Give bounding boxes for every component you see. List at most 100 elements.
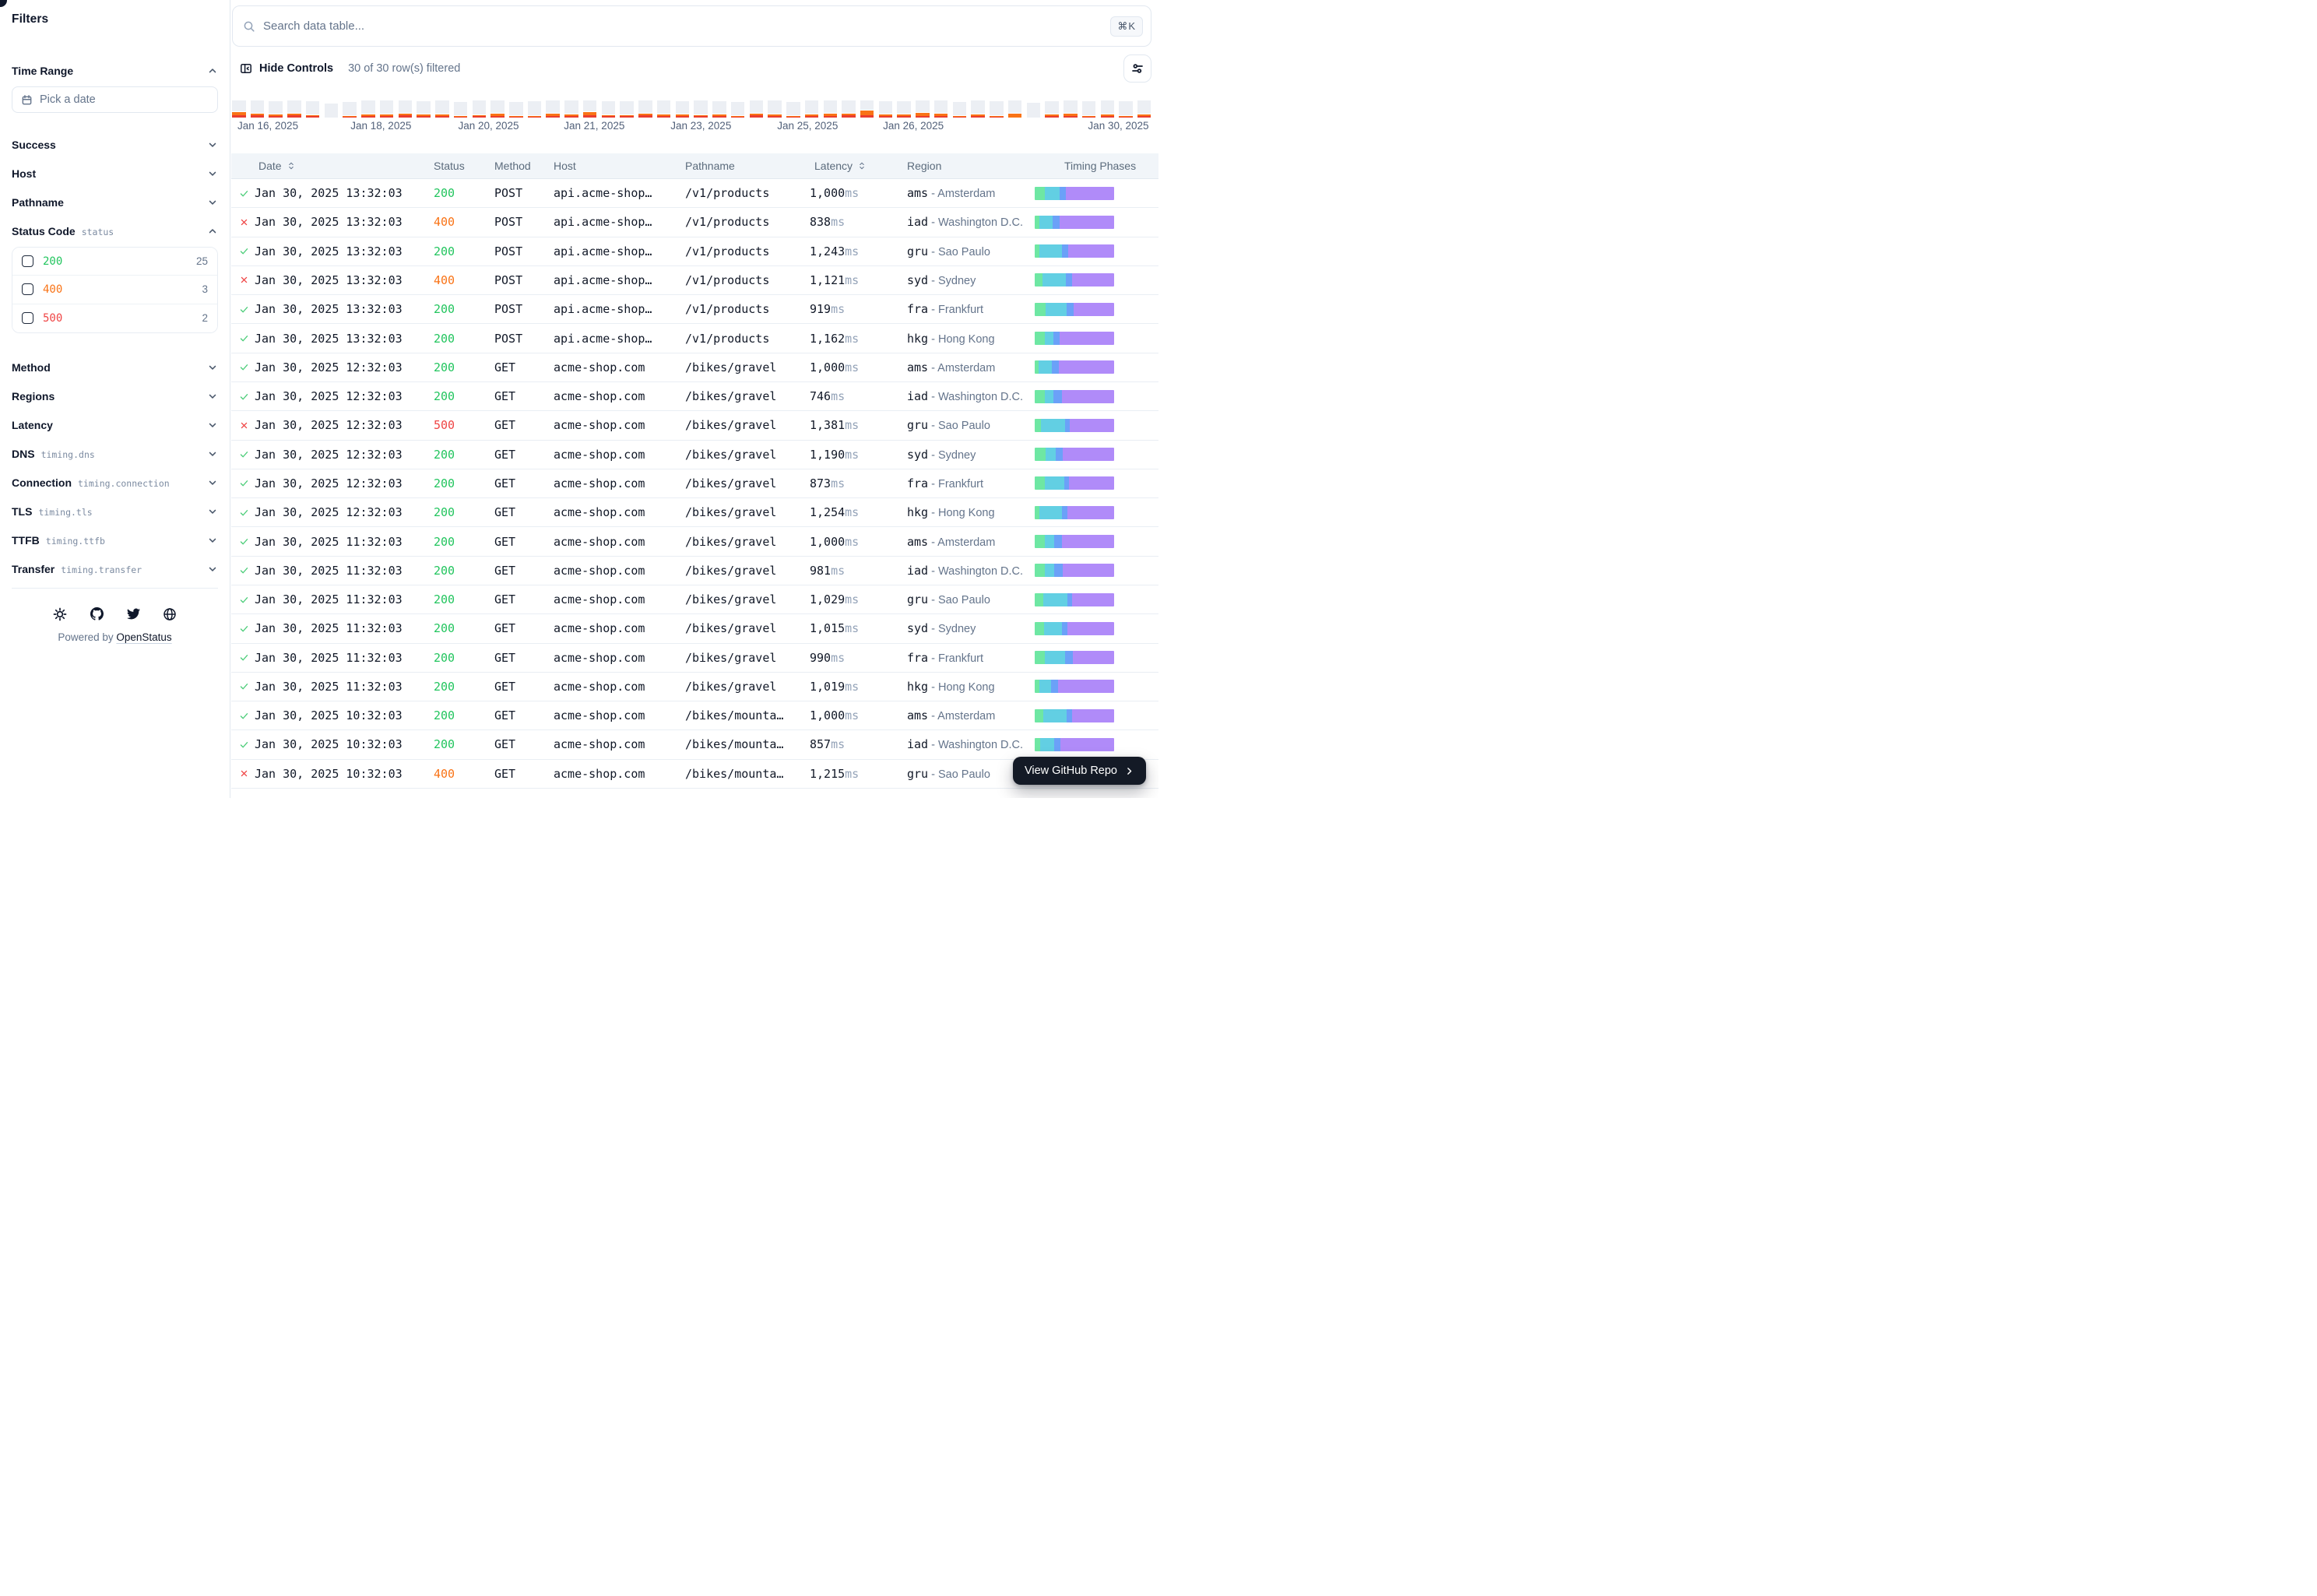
timeline-bar[interactable] xyxy=(287,100,301,118)
table-row[interactable]: Jan 30, 2025 13:32:03200POSTapi.acme-sho… xyxy=(231,179,1158,208)
timeline-bar[interactable] xyxy=(694,100,708,118)
section-host[interactable]: Host xyxy=(12,161,218,186)
twitter-icon[interactable] xyxy=(126,607,140,621)
timeline-bar[interactable] xyxy=(361,100,375,118)
table-row[interactable]: Jan 30, 2025 13:32:03400POSTapi.acme-sho… xyxy=(231,208,1158,237)
timeline-bar[interactable] xyxy=(638,100,652,118)
table-row[interactable]: Jan 30, 2025 13:32:03400POSTapi.acme-sho… xyxy=(231,266,1158,295)
timeline-bar[interactable] xyxy=(842,100,856,118)
timeline-bar[interactable] xyxy=(824,100,838,118)
table-row[interactable]: Jan 30, 2025 13:32:03200POSTapi.acme-sho… xyxy=(231,295,1158,324)
timeline-bar[interactable] xyxy=(251,100,265,118)
timeline-bar[interactable] xyxy=(546,100,560,118)
table-row[interactable]: Jan 30, 2025 13:32:03200POSTapi.acme-sho… xyxy=(231,237,1158,266)
timeline-bar[interactable] xyxy=(380,100,394,118)
timeline-chart[interactable]: Jan 16, 2025Jan 18, 2025Jan 20, 2025Jan … xyxy=(232,100,1151,134)
section-ttfb[interactable]: TTFBtiming.ttfb xyxy=(12,528,218,553)
timeline-bar[interactable] xyxy=(343,102,357,118)
timeline-bar[interactable] xyxy=(269,101,283,118)
table-row[interactable]: Jan 30, 2025 11:32:03200GETacme-shop.com… xyxy=(231,644,1158,673)
table-row[interactable]: Jan 30, 2025 12:32:03200GETacme-shop.com… xyxy=(231,353,1158,382)
timeline-bar[interactable] xyxy=(620,101,634,118)
section-regions[interactable]: Regions xyxy=(12,384,218,409)
timeline-bar[interactable] xyxy=(676,101,690,118)
section-dns[interactable]: DNStiming.dns xyxy=(12,441,218,466)
timeline-bar[interactable] xyxy=(509,102,523,118)
github-icon[interactable] xyxy=(90,607,104,621)
timeline-bar[interactable] xyxy=(399,100,413,118)
timeline-bar[interactable] xyxy=(712,101,726,118)
table-row[interactable]: Jan 30, 2025 10:32:03200GETacme-shop.com… xyxy=(231,730,1158,759)
timeline-bar[interactable] xyxy=(325,104,339,118)
timeline-bar[interactable] xyxy=(435,100,449,118)
section-method[interactable]: Method xyxy=(12,355,218,380)
checkbox[interactable] xyxy=(22,312,33,324)
timeline-bar[interactable] xyxy=(306,101,320,118)
table-row[interactable]: Jan 30, 2025 11:32:03200GETacme-shop.com… xyxy=(231,614,1158,643)
checkbox[interactable] xyxy=(22,283,33,295)
table-row[interactable]: Jan 30, 2025 12:32:03200GETacme-shop.com… xyxy=(231,498,1158,527)
timeline-bar[interactable] xyxy=(860,100,874,118)
timeline-bar[interactable] xyxy=(990,101,1004,118)
table-row[interactable]: Jan 30, 2025 13:32:03200POSTapi.acme-sho… xyxy=(231,324,1158,353)
table-row[interactable]: Jan 30, 2025 12:32:03200GETacme-shop.com… xyxy=(231,469,1158,498)
timeline-bar[interactable] xyxy=(1027,103,1041,118)
timeline-bar[interactable] xyxy=(1119,101,1133,118)
view-settings-button[interactable] xyxy=(1123,54,1151,83)
column-header-cell-latency[interactable]: Latency xyxy=(810,160,907,172)
timeline-bar[interactable] xyxy=(1045,101,1059,118)
timeline-bar[interactable] xyxy=(768,100,782,118)
theme-toggle-sun-icon[interactable] xyxy=(53,607,67,621)
section-status-code[interactable]: Status Code status xyxy=(12,219,218,244)
timeline-bar[interactable] xyxy=(1101,100,1115,118)
section-transfer[interactable]: Transfertiming.transfer xyxy=(12,557,218,582)
status-option-200[interactable]: 20025 xyxy=(12,248,217,276)
section-connection[interactable]: Connectiontiming.connection xyxy=(12,470,218,495)
timeline-bar[interactable] xyxy=(1137,100,1151,118)
view-github-repo-button[interactable]: View GitHub Repo xyxy=(1013,757,1146,785)
table-row[interactable]: Jan 30, 2025 11:32:03200GETacme-shop.com… xyxy=(231,527,1158,556)
timeline-bar[interactable] xyxy=(657,100,671,118)
timeline-bar[interactable] xyxy=(490,100,505,118)
table-row[interactable]: Jan 30, 2025 12:32:03200GETacme-shop.com… xyxy=(231,441,1158,469)
checkbox[interactable] xyxy=(22,255,33,267)
timeline-bar[interactable] xyxy=(750,100,764,118)
timeline-bar[interactable] xyxy=(454,102,468,118)
timeline-bar[interactable] xyxy=(916,100,930,118)
table-row[interactable]: Jan 30, 2025 10:32:03200GETacme-shop.com… xyxy=(231,701,1158,730)
timeline-bar[interactable] xyxy=(473,100,487,118)
timeline-bar[interactable] xyxy=(731,102,745,118)
timeline-bar[interactable] xyxy=(232,100,246,118)
section-tls[interactable]: TLStiming.tls xyxy=(12,499,218,524)
timeline-bar[interactable] xyxy=(528,101,542,118)
section-time-range[interactable]: Time Range xyxy=(12,58,218,83)
timeline-bar[interactable] xyxy=(1008,100,1022,118)
table-row[interactable]: Jan 30, 2025 11:32:03200GETacme-shop.com… xyxy=(231,585,1158,614)
timeline-bar[interactable] xyxy=(564,100,578,118)
status-option-400[interactable]: 4003 xyxy=(12,276,217,304)
timeline-bar[interactable] xyxy=(1064,100,1078,118)
column-header-cell-date[interactable]: Date xyxy=(255,160,434,172)
search-input[interactable] xyxy=(263,19,1102,33)
timeline-bar[interactable] xyxy=(879,101,893,118)
timeline-bar[interactable] xyxy=(897,101,911,118)
timeline-bar[interactable] xyxy=(953,102,967,118)
section-pathname[interactable]: Pathname xyxy=(12,190,218,215)
date-picker[interactable]: Pick a date xyxy=(12,86,218,113)
timeline-bar[interactable] xyxy=(971,100,985,118)
openstatus-link[interactable]: OpenStatus xyxy=(116,631,171,643)
section-success[interactable]: Success xyxy=(12,132,218,157)
timeline-bar[interactable] xyxy=(602,101,616,118)
table-row[interactable]: Jan 30, 2025 11:32:03200GETacme-shop.com… xyxy=(231,557,1158,585)
timeline-bar[interactable] xyxy=(786,102,800,118)
hide-controls-button[interactable]: Hide Controls xyxy=(240,62,333,75)
section-latency[interactable]: Latency xyxy=(12,413,218,438)
timeline-bar[interactable] xyxy=(583,100,597,118)
timeline-bar[interactable] xyxy=(805,100,819,118)
table-row[interactable]: Jan 30, 2025 12:32:03200GETacme-shop.com… xyxy=(231,382,1158,411)
globe-icon[interactable] xyxy=(163,607,177,621)
table-row[interactable]: Jan 30, 2025 11:32:03200GETacme-shop.com… xyxy=(231,673,1158,701)
timeline-bar[interactable] xyxy=(1082,101,1096,118)
status-option-500[interactable]: 5002 xyxy=(12,304,217,332)
table-row[interactable]: Jan 30, 2025 12:32:03500GETacme-shop.com… xyxy=(231,411,1158,440)
